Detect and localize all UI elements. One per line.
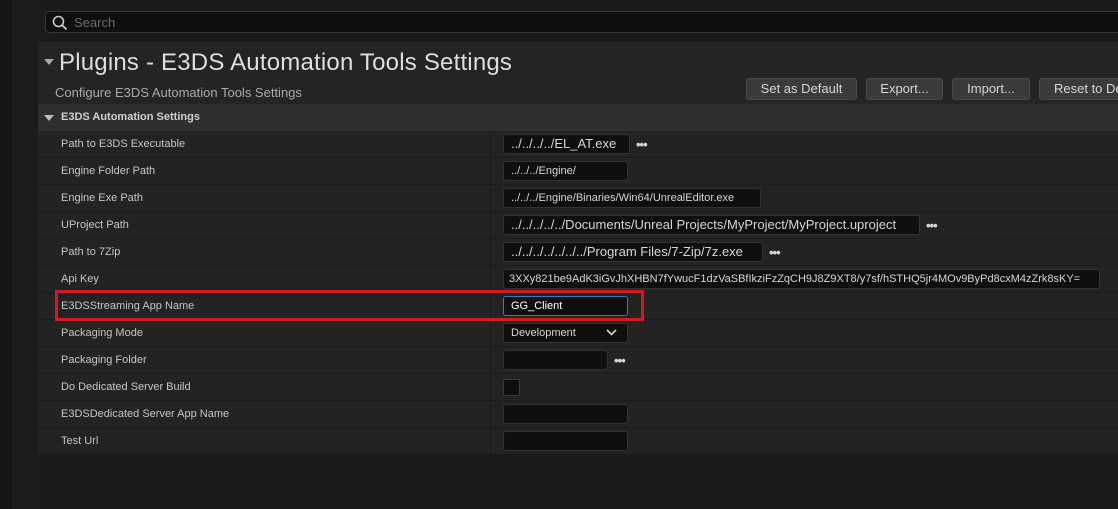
search-icon [52,15,68,31]
setting-row-packaging-mode: Packaging Mode Development [38,320,1118,347]
column-divider[interactable] [490,131,491,158]
set-as-default-button[interactable]: Set as Default [746,78,857,100]
setting-row-api-key: Api Key 3XXy821be9AdK3iGvJhXHBN7fYwucF1d… [38,266,1118,293]
column-divider[interactable] [490,428,491,455]
chevron-down-icon [606,329,617,336]
column-divider[interactable] [490,293,491,320]
dedicated-build-checkbox[interactable] [503,379,520,396]
section-header[interactable]: E3DS Automation Settings [38,104,1118,131]
setting-row-7zip: Path to 7Zip ../../../../../../../Progra… [38,239,1118,266]
setting-row-packaging-folder: Packaging Folder ••• [38,347,1118,374]
setting-row-path-e3ds: Path to E3DS Executable ../../../../EL_A… [38,131,1118,158]
setting-label: Packaging Folder [61,354,147,366]
browse-button[interactable]: ••• [769,245,781,260]
setting-row-dedicated-app: E3DSDedicated Server App Name [38,401,1118,428]
section-collapse-arrow-icon[interactable] [44,115,54,121]
reset-to-defaults-button[interactable]: Reset to Defaults [1039,78,1118,100]
page-subtitle: Configure E3DS Automation Tools Settings [55,85,302,100]
uproject-field[interactable]: ../../../../../Documents/Unreal Projects… [503,215,920,235]
column-divider[interactable] [490,374,491,401]
test-url-field[interactable] [503,431,628,451]
packaging-mode-dropdown[interactable]: Development [503,323,628,343]
column-divider[interactable] [490,158,491,185]
setting-row-uproject: UProject Path ../../../../../Documents/U… [38,212,1118,239]
column-divider[interactable] [490,401,491,428]
column-divider[interactable] [490,185,491,212]
reset-to-defaults-label: Reset to Defaults [1054,81,1118,96]
packaging-mode-value: Development [511,327,576,339]
packaging-folder-field[interactable] [503,350,608,370]
column-divider[interactable] [490,347,491,374]
column-divider[interactable] [490,212,491,239]
setting-row-dedicated-build: Do Dedicated Server Build [38,374,1118,401]
path-e3ds-field[interactable]: ../../../../EL_AT.exe [503,134,630,154]
engine-exe-field[interactable]: ../../../Engine/Binaries/Win64/UnrealEdi… [503,188,761,208]
export-button[interactable]: Export... [866,78,943,100]
setting-label: E3DSStreaming App Name [61,300,195,312]
browse-button[interactable]: ••• [926,218,938,233]
setting-row-engine-exe: Engine Exe Path ../../../Engine/Binaries… [38,185,1118,212]
setting-label: Path to E3DS Executable [61,138,186,150]
setting-label: Engine Folder Path [61,165,156,177]
collapse-arrow-icon[interactable] [44,59,54,65]
setting-label: Path to 7Zip [61,246,121,258]
setting-label: UProject Path [61,219,129,231]
column-divider[interactable] [490,320,491,347]
api-key-field[interactable]: 3XXy821be9AdK3iGvJhXHBN7fYwucF1dzVaSBfIk… [503,269,1100,289]
setting-label: Api Key [61,273,99,285]
column-divider[interactable] [490,239,491,266]
search-input[interactable]: Search [45,11,1118,33]
setting-label: Do Dedicated Server Build [61,381,191,393]
column-divider[interactable] [490,266,491,293]
section-title: E3DS Automation Settings [61,111,200,123]
setting-label: Packaging Mode [61,327,143,339]
left-panel-strip [0,0,12,509]
import-button[interactable]: Import... [952,78,1030,100]
search-placeholder: Search [74,15,116,30]
setting-label: Test Url [61,435,99,447]
browse-button[interactable]: ••• [636,137,648,152]
7zip-path-field[interactable]: ../../../../../../../Program Files/7-Zip… [503,242,763,262]
dedicated-app-name-field[interactable] [503,404,628,424]
setting-label: Engine Exe Path [61,192,143,204]
setting-label: E3DSDedicated Server App Name [61,408,230,420]
setting-row-app-name: E3DSStreaming App Name GG_Client [38,293,1118,320]
setting-row-test-url: Test Url [38,428,1118,455]
page-title: Plugins - E3DS Automation Tools Settings [59,49,513,76]
settings-list: Path to E3DS Executable ../../../../EL_A… [38,131,1118,455]
engine-folder-field[interactable]: ../../../Engine/ [503,161,628,181]
left-panel-edge [12,0,38,509]
app-name-field[interactable]: GG_Client [503,296,628,316]
setting-row-engine-folder: Engine Folder Path ../../../Engine/ [38,158,1118,185]
browse-button[interactable]: ••• [614,353,626,368]
